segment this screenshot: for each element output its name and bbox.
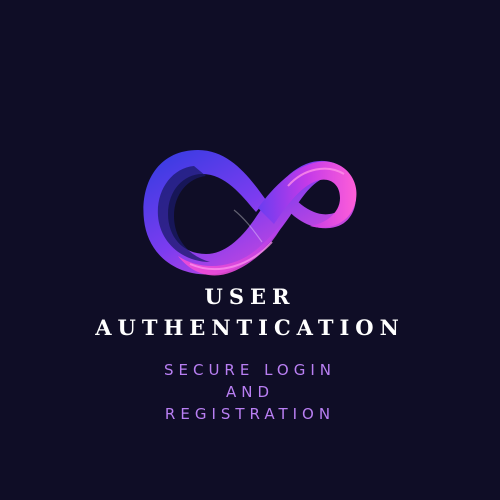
- title-line-1: USER: [204, 284, 296, 309]
- page: { "title": { "line1": "USER", "line2": "…: [0, 0, 500, 500]
- subtitle-line-1: SECURE LOGIN: [163, 361, 337, 379]
- title-line-2: AUTHENTICATION: [95, 315, 405, 340]
- subtitle-line-3: REGISTRATION: [164, 405, 336, 423]
- subtitle-line-2: AND: [225, 383, 275, 401]
- infinity-icon: [143, 150, 357, 276]
